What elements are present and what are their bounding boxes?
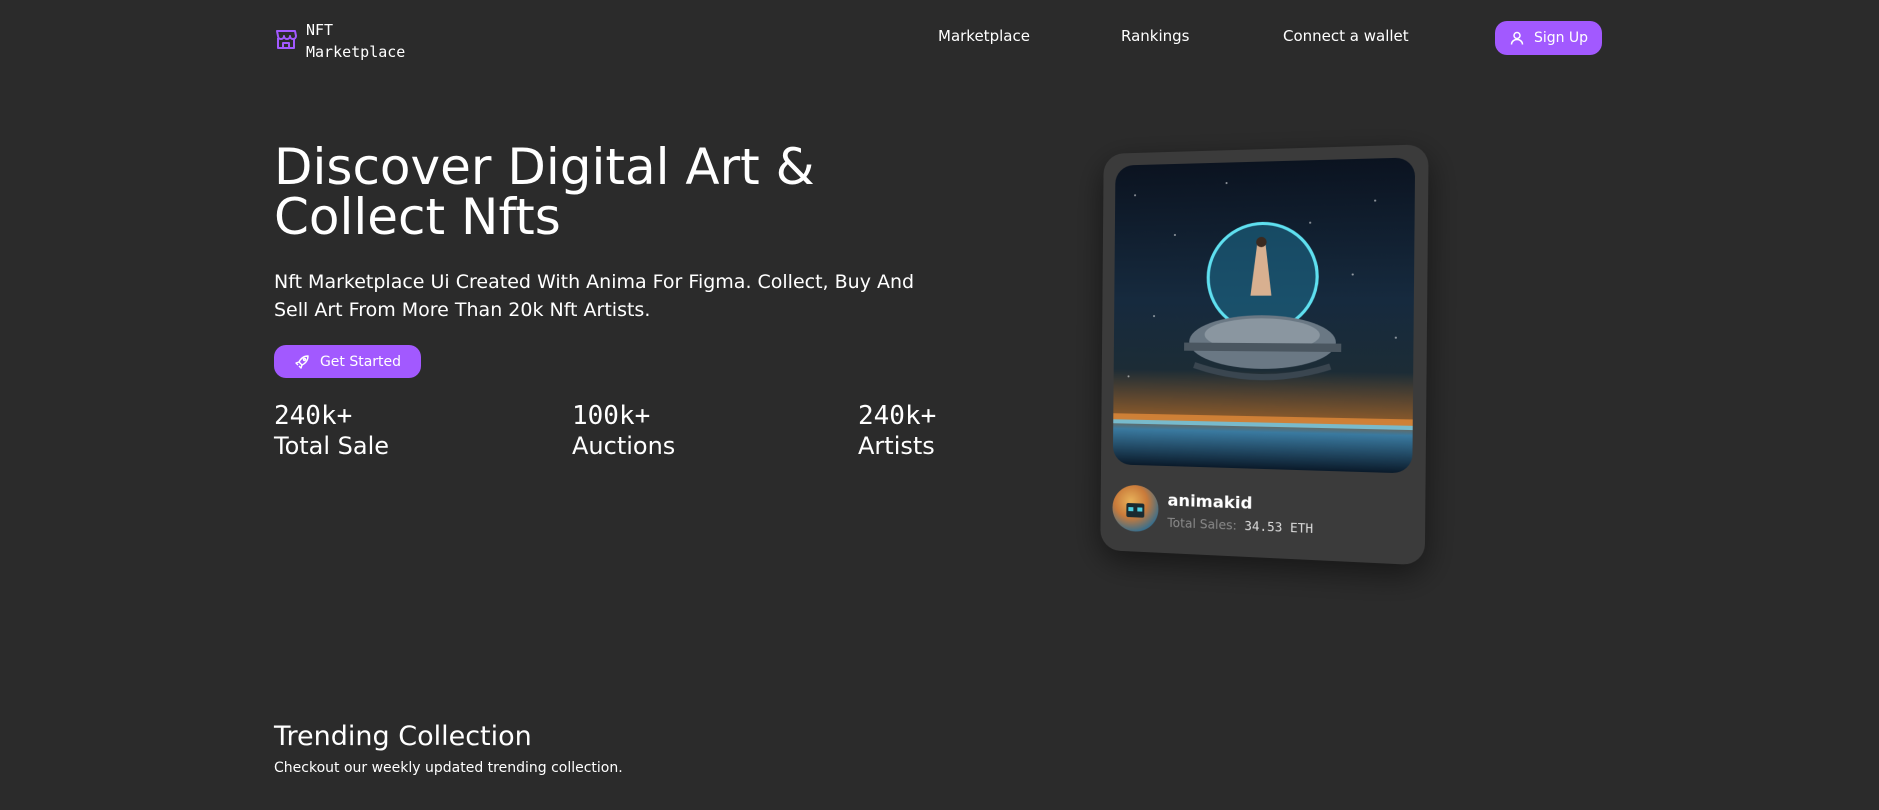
nav-connect-wallet[interactable]: Connect a wallet xyxy=(1283,27,1409,45)
trending-subtitle: Checkout our weekly updated trending col… xyxy=(274,760,623,776)
nav-rankings[interactable]: Rankings xyxy=(1121,27,1190,45)
stat-artists: 240k+ Artists xyxy=(858,401,936,461)
site-logo[interactable]: NFT Marketplace xyxy=(274,19,405,63)
trending-title: Trending Collection xyxy=(274,721,532,752)
stat-value: 240k+ xyxy=(858,401,937,431)
stat-label: Auctions xyxy=(572,432,676,460)
user-icon xyxy=(1510,31,1524,45)
stat-label: Artists xyxy=(858,432,935,460)
total-sales: Total Sales: 34.53 ETH xyxy=(1167,515,1313,535)
stat-label: Total Sale xyxy=(274,432,390,460)
get-started-label: Get Started xyxy=(319,353,402,370)
total-sales-label: Total Sales: xyxy=(1167,515,1237,533)
get-started-button[interactable]: Get Started xyxy=(274,345,421,378)
sign-up-button[interactable]: Sign Up xyxy=(1495,21,1602,55)
rocket-icon xyxy=(295,354,309,369)
total-sales-value: 34.53 xyxy=(1244,518,1283,535)
hero-subtitle: Nft Marketplace Ui Created With Anima Fo… xyxy=(274,271,915,321)
total-sales-unit: ETH xyxy=(1289,520,1314,536)
creator-name[interactable]: animakid xyxy=(1167,490,1313,515)
creator-avatar[interactable] xyxy=(1112,484,1159,533)
stat-value: 240k+ xyxy=(274,401,353,431)
nav-marketplace[interactable]: Marketplace xyxy=(938,27,1030,45)
creator-info: animakid Total Sales: 34.53 ETH xyxy=(1112,484,1313,539)
stat-total-sale: 240k+ Total Sale xyxy=(274,401,389,461)
storefront-icon xyxy=(276,30,297,49)
logo-line-1: NFT xyxy=(306,21,334,39)
nft-artwork xyxy=(1112,157,1416,474)
stat-auctions: 100k+ Auctions xyxy=(572,401,675,461)
artwork-image xyxy=(1113,181,1413,431)
featured-nft-card[interactable]: animakid Total Sales: 34.53 ETH xyxy=(1100,144,1429,566)
stat-value: 100k+ xyxy=(572,401,651,431)
sign-up-label: Sign Up xyxy=(1533,30,1589,46)
hero-title: Discover Digital Art & Collect Nfts xyxy=(274,138,815,246)
logo-line-2: Marketplace xyxy=(306,43,406,61)
logo-text: NFT Marketplace xyxy=(306,19,405,63)
